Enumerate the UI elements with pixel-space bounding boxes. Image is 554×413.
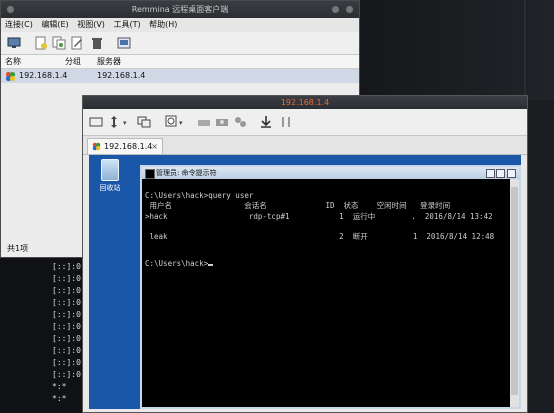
table-row[interactable]: 192.168.1.4 192.168.1.4	[1, 69, 359, 83]
connection-titlebar[interactable]: 192.168.1.4	[83, 96, 527, 109]
cmd-scrollbar[interactable]	[510, 179, 519, 407]
cmd-scrollbar-thumb[interactable]	[511, 187, 518, 395]
recycle-bin-label: 回收站	[99, 184, 121, 192]
tab-connection[interactable]: 192.168.1.4 ×	[87, 138, 163, 154]
command-prompt-window[interactable]: 管理员: 命令提示符 C:\Users\hack>query user 用户名 …	[140, 165, 521, 409]
new-icon[interactable]	[34, 36, 48, 50]
connection-tabs: 192.168.1.4 ×	[83, 136, 527, 155]
terminal-line: [::]:0	[52, 322, 81, 331]
zoom-dropdown-icon[interactable]: ▾	[179, 119, 183, 127]
terminal-line: [::]:0	[52, 370, 81, 379]
minimize-icon[interactable]	[259, 115, 273, 129]
panel-divider	[524, 0, 526, 100]
row-name: 192.168.1.4	[19, 71, 68, 80]
cmd-title: 管理员: 命令提示符	[156, 169, 217, 177]
recycle-bin[interactable]: 回收站	[95, 159, 125, 193]
terminal-line: [::]:0	[52, 346, 81, 355]
remote-connection-window: 192.168.1.4 ▾ ▾ 192.168.1.4 × 回收站 管理员: 命…	[82, 95, 528, 413]
window-menu-icon[interactable]	[7, 6, 14, 13]
column-server[interactable]: 服务器	[97, 55, 121, 68]
scale-icon[interactable]	[107, 115, 121, 129]
terminal-line: [::]:0	[52, 262, 81, 271]
remmina-titlebar[interactable]: Remmina 远程桌面客户端	[1, 1, 359, 18]
desktop-background-panel	[360, 0, 554, 100]
row-server: 192.168.1.4	[97, 71, 146, 80]
terminal-line: [::]:0	[52, 358, 81, 367]
menu-edit[interactable]: 编辑(E)	[41, 20, 68, 29]
grab-keyboard-icon[interactable]	[197, 115, 211, 129]
text-cursor	[208, 264, 214, 266]
rdp-protocol-icon	[5, 71, 16, 82]
connect-icon[interactable]	[7, 36, 21, 50]
tab-label: 192.168.1.4	[104, 142, 153, 151]
terminal-line: [::]:0	[52, 274, 81, 283]
cmd-output[interactable]: C:\Users\hack>query user 用户名 会话名 ID 状态 空…	[145, 181, 507, 405]
cmd-row-leak: leak 2 断开 1 2016/8/14 12:48	[145, 232, 495, 241]
terminal-line: [::]:0	[52, 286, 81, 295]
screenshot-icon[interactable]	[215, 115, 229, 129]
window-title: Remmina 远程桌面客户端	[131, 5, 229, 14]
terminal-line: [::]:0	[52, 334, 81, 343]
zoom-icon[interactable]	[165, 115, 179, 129]
copy-icon[interactable]	[52, 36, 66, 50]
menubar: 连接(C) 编辑(E) 视图(V) 工具(T) 帮助(H)	[1, 18, 359, 32]
menu-view[interactable]: 视图(V)	[77, 20, 105, 29]
view-only-icon[interactable]	[137, 115, 151, 129]
terminal-line: *:*	[52, 382, 67, 391]
cmd-close-button[interactable]	[507, 169, 516, 178]
delete-icon[interactable]	[90, 36, 104, 50]
menu-connection[interactable]: 连接(C)	[5, 20, 33, 29]
column-name[interactable]: 名称	[5, 55, 21, 68]
minimize-icon[interactable]	[332, 6, 339, 13]
cmd-command-line: C:\Users\hack>query user	[145, 191, 254, 200]
recycle-bin-icon	[101, 159, 119, 181]
cmd-icon	[145, 169, 155, 179]
fullscreen-icon[interactable]	[89, 115, 103, 129]
edit-icon[interactable]	[70, 36, 84, 50]
column-header: 名称 分组 服务器	[1, 55, 359, 69]
terminal-line: [::]:0	[52, 298, 81, 307]
cmd-prompt: C:\Users\hack>	[145, 259, 209, 268]
cmd-table-header: 用户名 会话名 ID 状态 空闲时间 登录时间	[145, 201, 451, 210]
cmd-minimize-button[interactable]	[486, 169, 495, 178]
preferences-icon[interactable]	[233, 115, 247, 129]
terminal-line: [::]:0	[52, 310, 81, 319]
preferences-icon[interactable]	[117, 36, 131, 50]
rdp-protocol-icon	[92, 142, 101, 151]
tab-close-icon[interactable]: ×	[151, 139, 158, 154]
remote-desktop[interactable]: 回收站 管理员: 命令提示符 C:\Users\hack>query user …	[89, 155, 521, 409]
remmina-toolbar	[1, 32, 359, 55]
terminal-line: *:*	[52, 394, 67, 403]
cmd-row-hack: >hack rdp-tcp#1 1 运行中 . 2016/8/14 13:42	[145, 212, 493, 221]
cmd-titlebar[interactable]: 管理员: 命令提示符	[142, 167, 519, 179]
disconnect-icon[interactable]	[279, 115, 293, 129]
column-group[interactable]: 分组	[65, 55, 81, 68]
cmd-prompt-line: C:\Users\hack>	[145, 259, 214, 268]
menu-help[interactable]: 帮助(H)	[149, 20, 177, 29]
close-icon[interactable]	[346, 6, 353, 13]
menu-tools[interactable]: 工具(T)	[113, 20, 140, 29]
scale-dropdown-icon[interactable]: ▾	[123, 119, 127, 127]
cmd-maximize-button[interactable]	[496, 169, 505, 178]
connection-toolbar: ▾ ▾	[83, 109, 527, 136]
connection-title: 192.168.1.4	[280, 98, 330, 107]
